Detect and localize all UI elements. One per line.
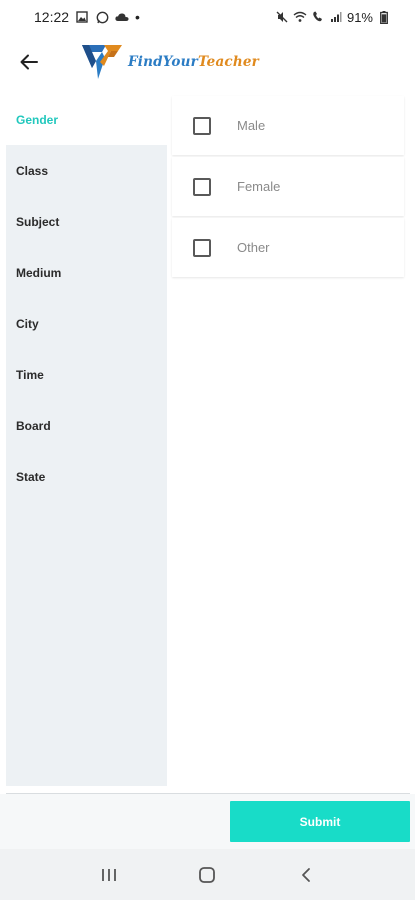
logo-text: FindYourTeacher <box>128 54 259 70</box>
sidebar-item-label: Medium <box>16 265 62 280</box>
signal-icon <box>329 10 343 24</box>
option-label: Male <box>237 118 266 133</box>
submit-button[interactable]: Submit <box>230 801 410 842</box>
logo-text-part1: FindYour <box>128 54 198 70</box>
image-icon <box>75 10 89 24</box>
sidebar-item-label: Subject <box>16 214 60 229</box>
logo-text-part2: Teacher <box>197 54 259 70</box>
sidebar-item-label: Class <box>16 163 49 178</box>
sidebar-item-medium[interactable]: Medium <box>6 247 167 298</box>
wifi-icon <box>293 10 307 24</box>
volte-icon <box>311 10 325 24</box>
sidebar-item-label: Time <box>16 367 44 382</box>
sidebar-item-class[interactable]: Class <box>6 145 167 196</box>
sidebar-item-label: City <box>16 316 39 331</box>
sidebar-item-label: Gender <box>16 112 59 127</box>
option-male[interactable]: Male <box>172 96 404 155</box>
sidebar-item-state[interactable]: State <box>6 451 167 502</box>
arrow-left-icon <box>20 54 38 70</box>
battery-percent: 91% <box>346 9 373 25</box>
option-label: Other <box>237 240 270 255</box>
cloud-icon <box>115 10 129 24</box>
battery-icon <box>377 10 391 24</box>
sidebar-item-city[interactable]: City <box>6 298 167 349</box>
back-button[interactable] <box>0 34 58 90</box>
logo-mark-icon <box>82 45 122 79</box>
status-left: 12:22 • <box>34 9 140 25</box>
status-dot: • <box>135 9 140 25</box>
filter-options-list: Male Female Other <box>172 96 404 279</box>
system-nav-bar <box>0 849 415 900</box>
male-checkbox[interactable] <box>193 116 211 135</box>
sidebar-item-label: State <box>16 469 46 484</box>
other-checkbox[interactable] <box>193 238 211 257</box>
sidebar-item-subject[interactable]: Subject <box>6 196 167 247</box>
option-female[interactable]: Female <box>172 157 404 216</box>
sidebar-item-time[interactable]: Time <box>6 349 167 400</box>
app-logo: FindYourTeacher <box>80 42 259 82</box>
option-other[interactable]: Other <box>172 218 404 277</box>
status-bar: 12:22 • 91% <box>0 0 415 34</box>
recent-apps-icon <box>102 868 117 881</box>
filter-category-sidebar: Gender Class Subject Medium City Time Bo… <box>6 94 167 786</box>
female-checkbox[interactable] <box>193 177 211 196</box>
home-icon <box>199 866 216 883</box>
mute-icon <box>275 10 289 24</box>
whatsapp-icon <box>95 10 109 24</box>
sidebar-item-label: Board <box>16 418 51 433</box>
sidebar-item-board[interactable]: Board <box>6 400 167 451</box>
system-back-button[interactable] <box>286 855 326 895</box>
status-right: 91% <box>275 10 391 25</box>
chevron-left-icon <box>301 867 310 882</box>
recent-apps-button[interactable] <box>89 855 129 895</box>
option-label: Female <box>237 179 281 194</box>
home-button[interactable] <box>187 855 227 895</box>
sidebar-item-gender[interactable]: Gender <box>6 94 167 145</box>
app-bar: FindYourTeacher <box>0 34 415 90</box>
status-time: 12:22 <box>34 9 70 25</box>
